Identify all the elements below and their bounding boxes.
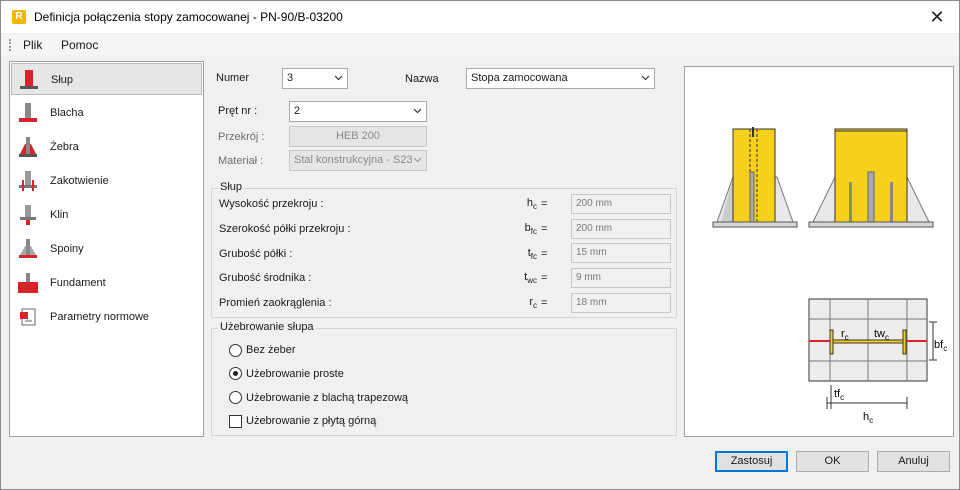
section-height-field: 200 mm (571, 194, 671, 214)
cancel-button[interactable]: Anuluj (877, 451, 950, 472)
ribs-icon (19, 137, 37, 157)
sidebar-item-ribs[interactable]: Żebra (11, 131, 202, 163)
sidebar-item-label: Zakotwienie (50, 175, 109, 187)
sidebar-item-label: Klin (50, 209, 69, 221)
side-elevation-drawing (712, 127, 798, 228)
sidebar-item-wedge[interactable]: Klin (11, 199, 202, 231)
dialog-window: R Definicja połączenia stopy zamocowanej… (0, 0, 960, 490)
material-value: Stal konstrukcyjna - S23 (294, 154, 413, 166)
equals-sign: = (541, 297, 548, 309)
option-label[interactable]: Bez żeber (246, 344, 296, 356)
number-value: 3 (287, 72, 294, 84)
label-bfc: bfc (934, 339, 947, 353)
code-params-icon (20, 308, 36, 326)
menu-plik[interactable]: Plik (23, 38, 42, 52)
radio-simple-ribs[interactable] (229, 367, 242, 380)
checkbox-top-plate[interactable] (229, 415, 242, 428)
root-radius-label: Promień zaokrąglenia : (219, 297, 332, 309)
ok-button[interactable]: OK (796, 451, 869, 472)
label-tfc: tfc (834, 388, 844, 402)
stiffening-group-title: Użebrowanie słupa (218, 321, 316, 333)
sidebar-item-label: Fundament (50, 277, 106, 289)
chevron-down-icon (641, 75, 650, 81)
material-select: Stal konstrukcyjna - S23 (289, 150, 427, 171)
option-label[interactable]: Użebrowanie proste (246, 368, 344, 380)
wedge-icon (20, 205, 36, 225)
sidebar-item-column[interactable]: Słup (11, 63, 202, 95)
bar-label: Pręt nr : (218, 105, 258, 117)
label-hc: hc (863, 411, 873, 425)
flange-width-field: 200 mm (571, 219, 671, 239)
close-button[interactable]: ✕ (923, 5, 951, 29)
flange-width-label: Szerokość półki przekroju : (219, 223, 351, 235)
equals-sign: = (541, 223, 548, 235)
radio-trapezoid-ribs[interactable] (229, 391, 242, 404)
sidebar-item-foundation[interactable]: Fundament (11, 267, 202, 299)
menu-pomoc[interactable]: Pomoc (61, 38, 98, 52)
sidebar-item-label: Parametry normowe (50, 311, 150, 323)
foundation-icon (18, 273, 38, 293)
toolbar-grip-icon (9, 39, 11, 51)
app-logo-icon: R (12, 10, 26, 24)
menu-bar: Plik Pomoc (1, 34, 959, 56)
name-value: Stopa zamocowana (471, 72, 568, 84)
section-field: HEB 200 (289, 126, 427, 147)
section-height-label: Wysokość przekroju : (219, 198, 324, 210)
chevron-down-icon (334, 75, 343, 81)
sidebar-item-label: Słup (51, 74, 74, 86)
sidebar-item-welds[interactable]: Spoiny (11, 233, 202, 265)
section-label: Przekrój : (218, 131, 265, 143)
column-group-title: Słup (218, 181, 245, 193)
sidebar-item-label: Spoiny (50, 243, 84, 255)
name-select[interactable]: Stopa zamocowana (466, 68, 655, 89)
web-thickness-label: Grubość środnika : (219, 272, 312, 284)
equals-sign: = (541, 272, 548, 284)
symbol-rc: rc (529, 296, 537, 311)
sidebar-item-plate[interactable]: Blacha (11, 97, 202, 129)
section-value: HEB 200 (335, 130, 381, 142)
equals-sign: = (541, 248, 548, 260)
flange-thickness-label: Grubość półki : (219, 248, 293, 260)
chevron-down-icon (413, 108, 422, 114)
window-title: Definicja połączenia stopy zamocowanej -… (34, 10, 343, 24)
symbol-tfc: tfc (527, 247, 537, 262)
sidebar-item-code-params[interactable]: Parametry normowe (11, 301, 202, 333)
apply-button[interactable]: Zastosuj (715, 451, 788, 472)
root-radius-field: 18 mm (571, 293, 671, 313)
front-elevation-drawing (808, 128, 934, 228)
radio-no-ribs[interactable] (229, 344, 242, 357)
bar-select[interactable]: 2 (289, 101, 427, 122)
sidebar-item-anchor[interactable]: Zakotwienie (11, 165, 202, 197)
title-bar: R Definicja połączenia stopy zamocowanej… (1, 1, 959, 33)
bar-value: 2 (294, 105, 301, 117)
equals-sign: = (541, 198, 548, 210)
material-label: Materiał : (218, 155, 264, 167)
anchor-icon (19, 171, 37, 191)
category-sidebar: Słup Blacha Żebra Zakotwienie Klin Spoin… (9, 61, 204, 437)
name-label: Nazwa (405, 73, 439, 85)
welds-icon (19, 239, 37, 258)
option-label[interactable]: Użebrowanie z płytą górną (246, 415, 376, 427)
chevron-down-icon (413, 155, 422, 164)
sidebar-item-label: Żebra (50, 141, 79, 153)
connection-preview: rc twc bfc tfc hc (684, 66, 954, 437)
option-label[interactable]: Użebrowanie z blachą trapezową (246, 392, 408, 404)
symbol-hc: hc (526, 197, 537, 212)
connection-diagram: rc twc bfc tfc hc (712, 127, 947, 425)
symbol-twc: twc (524, 271, 537, 286)
number-select[interactable]: 3 (282, 68, 348, 89)
number-label: Numer (216, 72, 250, 84)
plan-view-drawing (808, 298, 928, 382)
symbol-bfc: bfc (524, 222, 537, 237)
column-icon (20, 70, 38, 89)
sidebar-item-label: Blacha (50, 107, 84, 119)
flange-thickness-field: 15 mm (571, 243, 671, 263)
web-thickness-field: 9 mm (571, 268, 671, 288)
plate-icon (19, 103, 37, 122)
